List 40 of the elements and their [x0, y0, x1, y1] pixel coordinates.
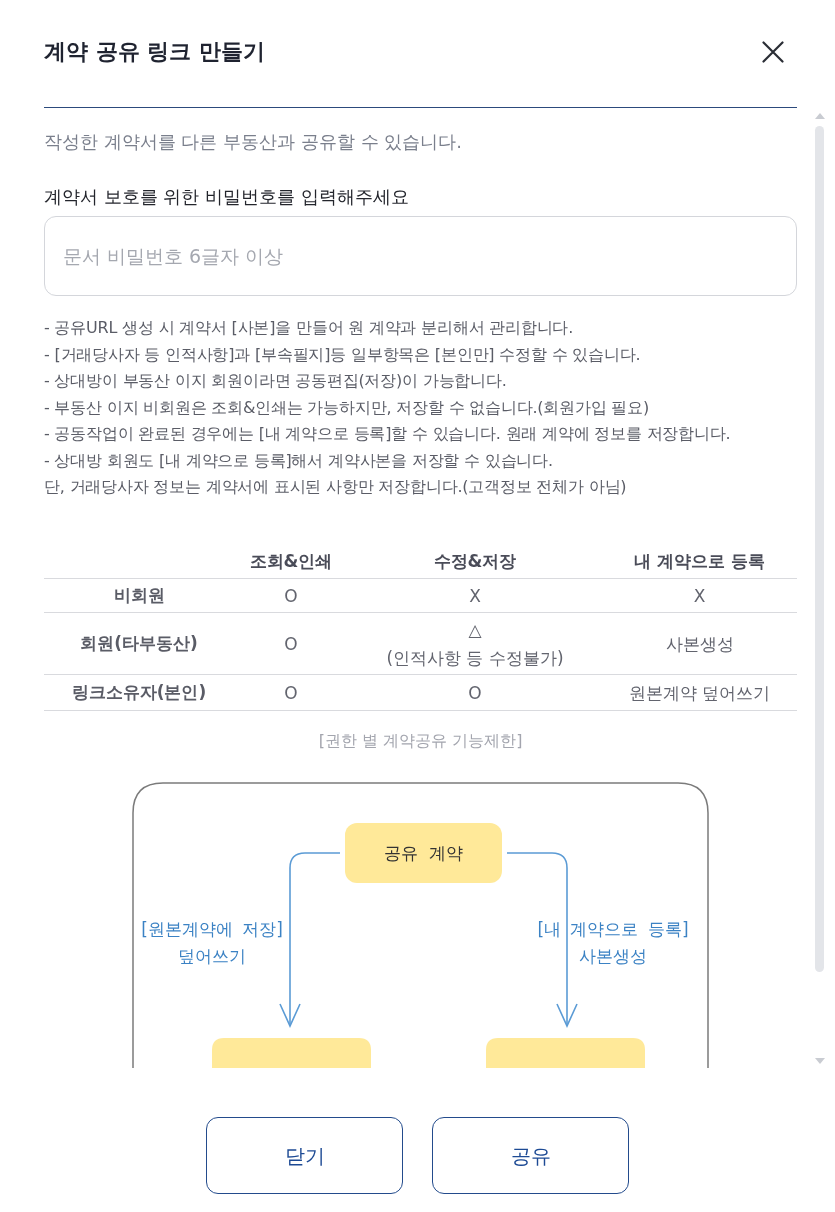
description-text: 작성한 계약서를 다른 부동산과 공유할 수 있습니다.	[44, 130, 464, 154]
close-button[interactable]	[762, 41, 784, 63]
row-header: 회원(타부동산)	[44, 612, 234, 675]
arrow-label: [내 계약으로 등록]	[537, 919, 689, 939]
password-field[interactable]: 문서 비밀번호 6글자 이상	[44, 216, 797, 296]
row-header: 링크소유자(본인)	[44, 674, 234, 711]
arrow-label: 사본생성	[579, 946, 647, 966]
note-text: - 상대방 회원도 [내 계약으로 등록]해서 계약사본을 저장할 수 있습니다.	[44, 449, 554, 472]
cell-text: O	[467, 681, 483, 705]
arrow-label: [원본계약에 저장]	[141, 919, 283, 939]
scrollbar-thumb[interactable]	[815, 126, 824, 972]
cell-text: X	[468, 584, 482, 608]
note-text: - 부동산 이지 비회원은 조회&인쇄는 가능하지만, 저장할 수 없습니다.(회원가입 필요)	[44, 396, 651, 419]
dialog-button[interactable]: 공유	[432, 1117, 629, 1194]
row-header: 비회원	[44, 578, 234, 613]
column-header: 내 계약으로 등록	[602, 544, 797, 579]
dialog-title: 계약 공유 링크 만들기	[44, 38, 265, 66]
dialog-button[interactable]: 닫기	[206, 1117, 403, 1194]
cell-text: X	[692, 584, 707, 608]
password-label: 계약서 보호를 위한 비밀번호를 입력해주세요	[44, 185, 410, 209]
column-header: 조회&인쇄	[234, 544, 348, 579]
table-caption: [권한 별 계약공유 기능제한]	[317, 730, 524, 752]
cell-text: 사본생성	[664, 632, 735, 656]
note-text: - 상대방이 부동산 이지 회원이라면 공동편집(저장)이 가능합니다.	[44, 370, 508, 392]
cell-text: O	[283, 584, 299, 608]
cell-text: (인적사항 등 수정불가)	[385, 646, 565, 670]
flow-node: 공유 계약	[345, 823, 502, 883]
note-text: 단, 거래당사자 정보는 계약서에 표시된 사항만 저장합니다.(고객정보 전체가 아님)	[44, 476, 628, 498]
note-text: - [거래당사자 등 인적사항]과 [부속필지]등 일부항목은 [본인만] 수정할 수 있습니다.	[44, 343, 642, 366]
close-icon	[762, 41, 784, 63]
arrow-label: 덮어쓰기	[178, 946, 246, 966]
scroll-up-arrow-icon[interactable]	[815, 113, 825, 119]
cell-text: △	[467, 618, 483, 642]
note-text: - 공유URL 생성 시 계약서 [사본]을 만들어 원 계약과 분리해서 관리합니다.	[44, 317, 575, 339]
cell-text: 원본계약 덮어쓰기	[627, 681, 772, 705]
cell-text: O	[283, 632, 299, 656]
cell-text: O	[283, 681, 299, 705]
column-header: 수정&저장	[348, 544, 602, 579]
note-text: - 공동작업이 완료된 경우에는 [내 계약으로 등록]할 수 있습니다. 원래 계약에 정보를 저장합니다.	[44, 423, 732, 445]
scroll-down-arrow-icon[interactable]	[815, 1058, 825, 1064]
